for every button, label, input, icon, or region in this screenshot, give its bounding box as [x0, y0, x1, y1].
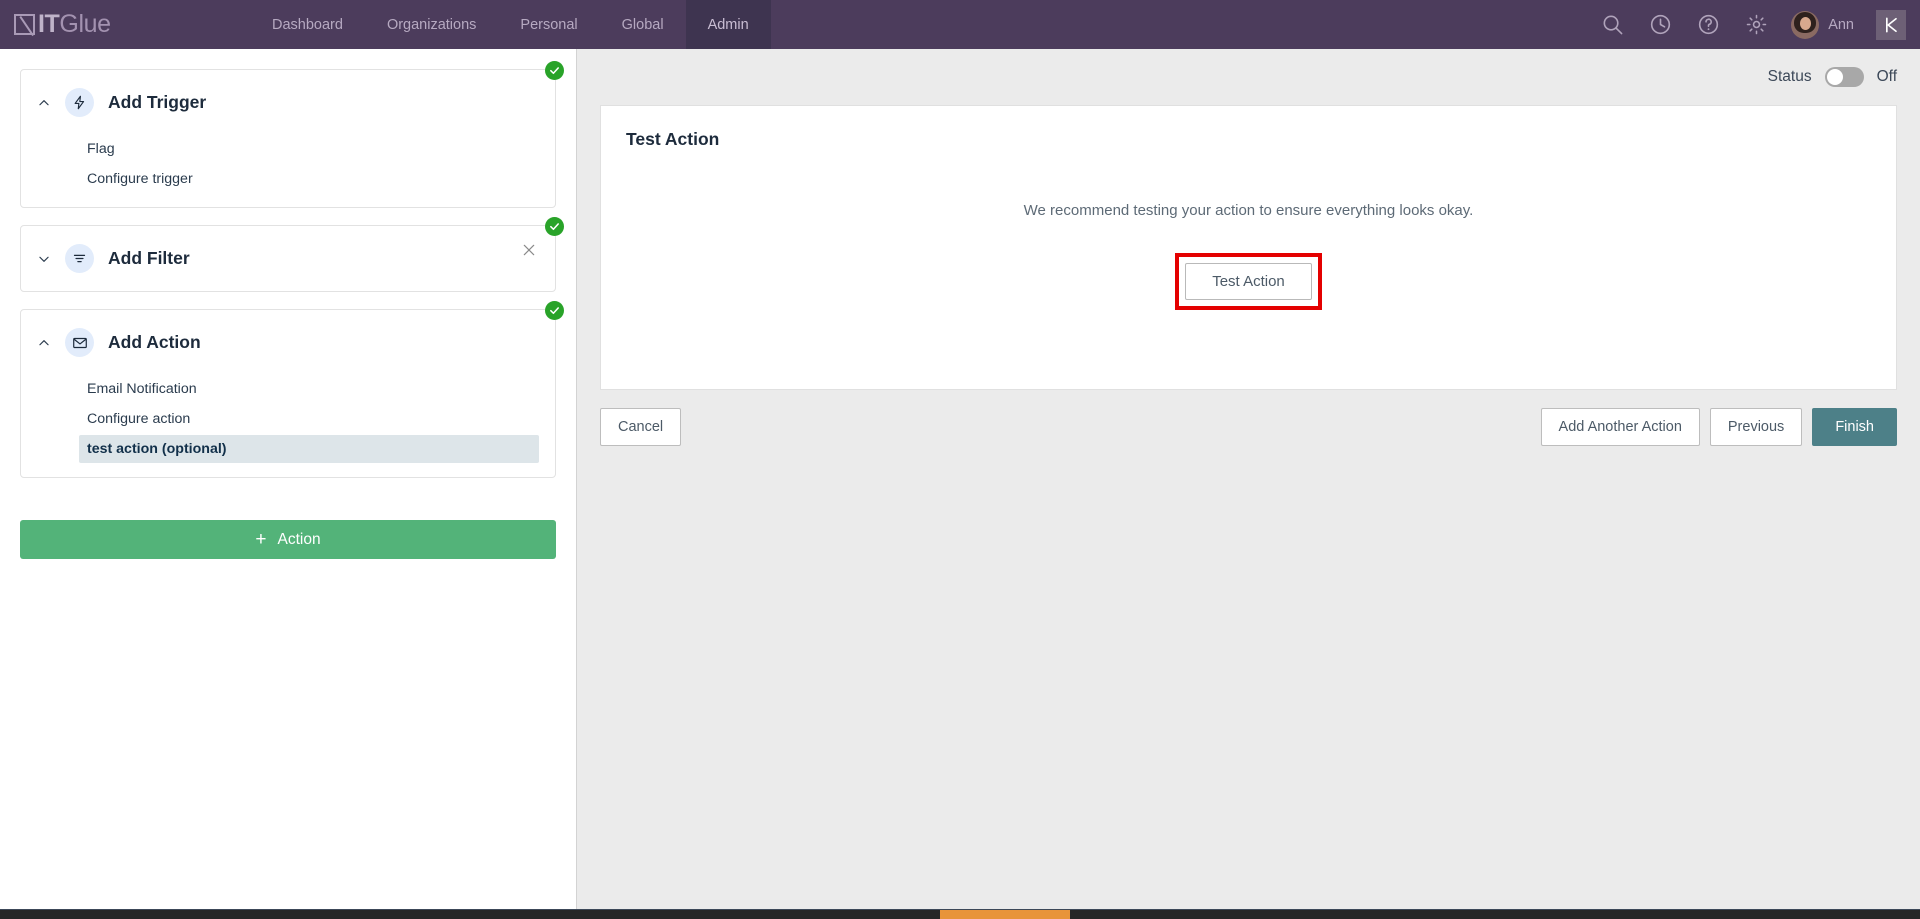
itglue-logo-mark-icon [14, 14, 35, 35]
test-action-button[interactable]: Test Action [1185, 263, 1312, 300]
status-bar: Status Off [577, 49, 1920, 105]
step-body-add-action: Email Notification Configure action test… [21, 375, 555, 477]
step-title-add-filter: Add Filter [108, 248, 190, 268]
top-navigation-bar: ITGlue Dashboard Organizations Personal … [0, 0, 1920, 49]
panel-title: Test Action [626, 129, 720, 149]
nav-tab-personal-label: Personal [520, 16, 578, 33]
bottom-strip-right [1070, 910, 1920, 919]
step-body-add-trigger: Flag Configure trigger [21, 135, 555, 207]
nav-tab-organizations-label: Organizations [386, 16, 477, 33]
panel-center-content: We recommend testing your action to ensu… [601, 202, 1896, 310]
lightning-bolt-icon [65, 88, 94, 117]
bottom-strip-left [0, 910, 940, 919]
main-content-area: Status Off Test Action We recommend test… [577, 49, 1920, 910]
test-action-highlight-box: Test Action [1175, 253, 1322, 310]
app-logo[interactable]: ITGlue [0, 0, 250, 49]
nav-tab-admin-label: Admin [707, 16, 749, 33]
step-title-add-action: Add Action [108, 332, 201, 352]
test-action-panel: Test Action We recommend testing your ac… [600, 105, 1897, 390]
workflow-steps-panel: Add Trigger Flag Configure trigger Add F… [0, 49, 577, 910]
chevron-up-icon[interactable] [37, 336, 51, 350]
nav-tab-organizations[interactable]: Organizations [365, 0, 498, 49]
recommendation-text: We recommend testing your action to ensu… [1023, 202, 1474, 219]
cancel-button[interactable]: Cancel [600, 408, 682, 446]
nav-tab-personal[interactable]: Personal [498, 0, 599, 49]
step-row-email-notification[interactable]: Email Notification [79, 375, 539, 403]
nav-tab-dashboard[interactable]: Dashboard [250, 0, 365, 49]
step-card-add-trigger: Add Trigger Flag Configure trigger [20, 61, 564, 208]
nav-tabs: Dashboard Organizations Personal Global … [250, 0, 771, 49]
nav-tab-global[interactable]: Global [600, 0, 686, 49]
logo-text: ITGlue [38, 12, 111, 37]
step-row-configure-trigger[interactable]: Configure trigger [79, 165, 539, 193]
envelope-icon [65, 328, 94, 357]
logo-text-light: Glue [59, 10, 111, 38]
step-card-add-action: Add Action Email Notification Configure … [20, 301, 564, 478]
add-action-button[interactable]: + Action [20, 520, 556, 559]
close-icon[interactable] [521, 242, 537, 258]
finish-button[interactable]: Finish [1812, 408, 1897, 446]
history-clock-icon[interactable] [1647, 12, 1673, 38]
step-row-configure-action[interactable]: Configure action [79, 405, 539, 433]
status-toggle-knob [1826, 69, 1843, 85]
bottom-strip-progress [940, 910, 1070, 919]
logo-text-bold: IT [38, 10, 60, 38]
status-state-label: Off [1876, 68, 1897, 85]
user-name-label: Ann [1828, 16, 1854, 33]
filter-icon [65, 244, 94, 273]
step-card-add-filter: Add Filter [20, 217, 564, 292]
bottom-browser-strip [0, 910, 1920, 919]
kaseya-switcher-button[interactable] [1876, 9, 1906, 40]
step-row-test-action[interactable]: test action (optional) [79, 435, 539, 463]
footer-action-bar: Cancel Add Another Action Previous Finis… [577, 390, 1920, 446]
step-row-flag[interactable]: Flag [79, 135, 539, 163]
plus-icon: + [255, 529, 267, 550]
search-icon[interactable] [1599, 12, 1625, 38]
gear-icon[interactable] [1743, 12, 1769, 38]
user-menu[interactable]: Ann [1791, 10, 1854, 39]
nav-tab-dashboard-label: Dashboard [272, 16, 343, 33]
step-header-add-action[interactable]: Add Action [21, 310, 555, 375]
avatar [1791, 10, 1820, 39]
footer-right-buttons: Add Another Action Previous Finish [1540, 408, 1897, 446]
status-toggle[interactable] [1824, 67, 1864, 87]
chevron-up-icon[interactable] [37, 96, 51, 110]
nav-tab-admin[interactable]: Admin [685, 0, 771, 49]
add-another-action-button[interactable]: Add Another Action [1540, 408, 1700, 446]
previous-button[interactable]: Previous [1709, 408, 1803, 446]
add-action-button-label: Action [277, 530, 321, 548]
step-completed-check-icon [545, 301, 564, 320]
help-icon[interactable] [1695, 12, 1721, 38]
nav-tab-global-label: Global [621, 16, 664, 33]
step-title-add-trigger: Add Trigger [108, 92, 207, 112]
step-completed-check-icon [545, 217, 564, 236]
step-completed-check-icon [545, 61, 564, 80]
status-label: Status [1767, 68, 1812, 85]
chevron-down-icon[interactable] [37, 252, 51, 266]
step-header-add-trigger[interactable]: Add Trigger [21, 70, 555, 135]
nav-right-cluster: Ann [1599, 0, 1920, 49]
step-header-add-filter[interactable]: Add Filter [21, 226, 555, 291]
